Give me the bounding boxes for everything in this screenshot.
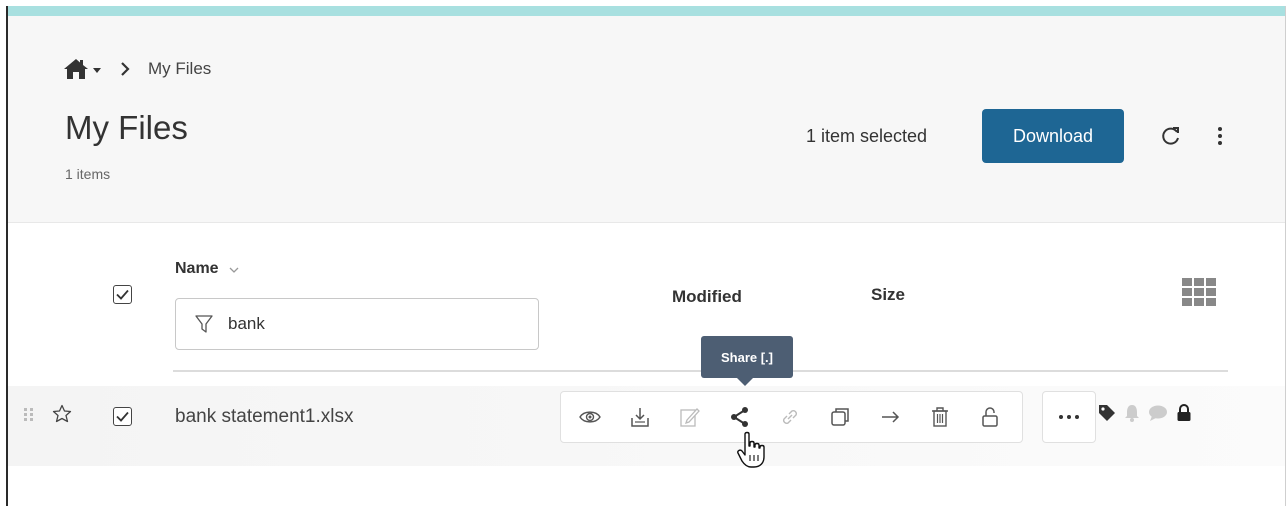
home-dropdown-button[interactable]: [63, 58, 102, 80]
more-options-button[interactable]: [1213, 124, 1227, 148]
name-filter-field[interactable]: [175, 298, 539, 350]
column-header-name[interactable]: Name: [175, 260, 239, 278]
checkmark-icon: [116, 411, 129, 422]
share-icon: [731, 407, 748, 427]
row-actions-toolbar: [560, 391, 1023, 443]
breadcrumb-current[interactable]: My Files: [148, 59, 211, 79]
caret-down-icon: [93, 68, 101, 73]
breadcrumb: My Files: [63, 58, 211, 80]
share-tooltip: Share [.]: [701, 336, 793, 378]
comment-icon: [1149, 405, 1167, 421]
download-button[interactable]: Download: [982, 109, 1124, 163]
column-header-size[interactable]: Size: [871, 285, 905, 305]
select-all-checkbox[interactable]: [113, 285, 132, 304]
column-header-modified[interactable]: Modified: [672, 287, 742, 307]
chevron-right-icon: [121, 62, 130, 76]
hand-cursor-icon: [736, 431, 766, 474]
page-title: My Files: [65, 109, 188, 146]
tag-icon: [1099, 405, 1115, 421]
duplicate-button[interactable]: [828, 405, 852, 429]
bell-icon: [1125, 405, 1139, 422]
download-file-button[interactable]: [628, 405, 652, 429]
more-dot: [1067, 415, 1071, 419]
tooltip-arrow: [737, 378, 753, 386]
refresh-button[interactable]: [1159, 124, 1183, 148]
grid-view-button[interactable]: [1182, 278, 1216, 311]
eye-icon: [579, 411, 601, 423]
name-filter-input[interactable]: [228, 314, 508, 334]
arrow-right-icon: [882, 411, 900, 423]
grid-view-icon: [1182, 278, 1216, 306]
selection-status: 1 item selected: [806, 126, 928, 146]
more-dot: [1075, 415, 1079, 419]
edit-button[interactable]: [678, 405, 702, 429]
kebab-dot: [1218, 134, 1222, 138]
notification-status[interactable]: [1124, 404, 1140, 422]
download-icon: [631, 408, 649, 427]
drag-handle[interactable]: [24, 408, 34, 427]
file-manager-window: My Files My Files 1 items 1 item selecte…: [6, 6, 1286, 506]
copy-link-button[interactable]: [778, 405, 802, 429]
row-status-icons: [1098, 404, 1200, 422]
checkmark-icon: [116, 289, 129, 300]
filter-icon: [195, 315, 213, 333]
more-dot: [1059, 415, 1063, 419]
home-icon: [64, 59, 88, 79]
refresh-icon: [1162, 127, 1179, 145]
lock-status[interactable]: [1176, 404, 1192, 422]
lock-icon: [1177, 404, 1191, 421]
link-icon: [783, 410, 797, 424]
share-button[interactable]: [728, 405, 752, 429]
file-name[interactable]: bank statement1.xlsx: [175, 406, 353, 428]
star-icon: [52, 404, 72, 423]
kebab-dot: [1218, 127, 1222, 131]
sort-chevron-icon: [229, 267, 239, 273]
delete-button[interactable]: [928, 405, 952, 429]
drag-handle-icon: [24, 408, 33, 421]
more-actions-button[interactable]: [1042, 391, 1096, 443]
column-name-label: Name: [175, 260, 219, 277]
top-accent-bar: [8, 6, 1285, 16]
kebab-dot: [1218, 141, 1222, 145]
trash-icon: [932, 407, 948, 427]
move-button[interactable]: [878, 405, 902, 429]
lock-file-button[interactable]: [978, 405, 1002, 429]
unlock-icon: [982, 407, 998, 427]
favorite-button[interactable]: [52, 404, 72, 429]
comment-status[interactable]: [1148, 404, 1168, 422]
row-checkbox[interactable]: [113, 407, 132, 426]
pencil-icon: [680, 408, 700, 427]
view-button[interactable]: [578, 405, 602, 429]
copy-icon: [831, 408, 849, 426]
tag-status[interactable]: [1098, 404, 1116, 422]
item-count: 1 items: [65, 166, 111, 182]
